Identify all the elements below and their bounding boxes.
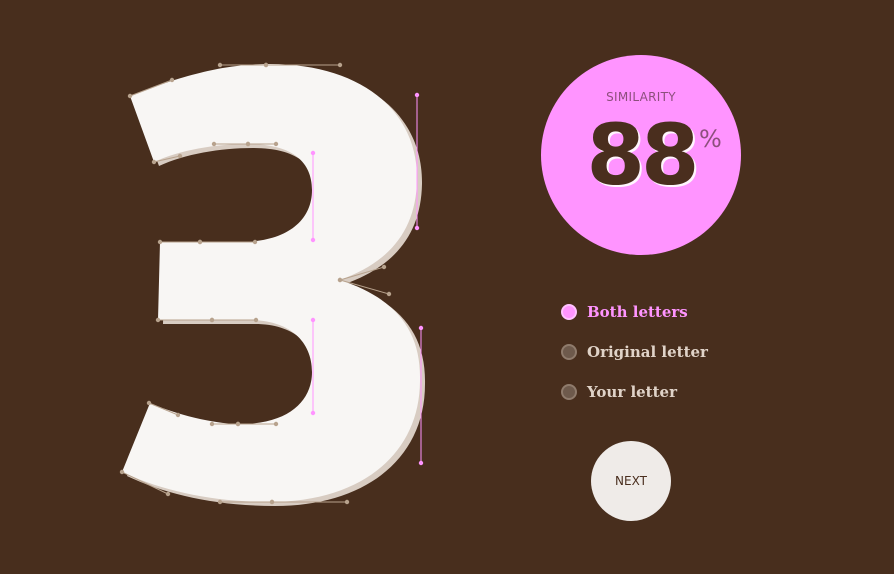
legend-item-your-letter[interactable]: Your letter	[561, 382, 708, 402]
percent-sign: %	[699, 125, 722, 153]
bezier-point[interactable]	[310, 150, 316, 156]
bezier-point[interactable]	[165, 491, 171, 497]
bezier-point[interactable]	[245, 141, 251, 147]
bezier-point[interactable]	[337, 277, 343, 283]
legend-label: Your letter	[587, 383, 677, 401]
glyph-canvas[interactable]	[0, 0, 894, 574]
bezier-point[interactable]	[418, 460, 424, 466]
legend-item-original-letter[interactable]: Original letter	[561, 342, 708, 362]
legend-label: Both letters	[587, 303, 688, 321]
bezier-point[interactable]	[273, 421, 279, 427]
similarity-score-circle: SIMILARITY 88 %	[541, 55, 741, 255]
bezier-point[interactable]	[157, 239, 163, 245]
next-button[interactable]: NEXT	[591, 441, 671, 521]
bezier-point[interactable]	[414, 92, 420, 98]
bezier-point[interactable]	[217, 499, 223, 505]
bezier-point[interactable]	[155, 317, 161, 323]
bezier-point[interactable]	[252, 239, 258, 245]
bezier-point[interactable]	[310, 410, 316, 416]
bezier-point[interactable]	[151, 159, 157, 165]
bezier-point[interactable]	[146, 400, 152, 406]
legend-item-both-letters[interactable]: Both letters	[561, 302, 708, 322]
bezier-point[interactable]	[175, 412, 181, 418]
bezier-point[interactable]	[119, 469, 125, 475]
bezier-point[interactable]	[310, 317, 316, 323]
bezier-point[interactable]	[217, 62, 223, 68]
bezier-point[interactable]	[337, 62, 343, 68]
bezier-point[interactable]	[414, 225, 420, 231]
bezier-point[interactable]	[310, 237, 316, 243]
radio-dot-icon[interactable]	[561, 304, 577, 320]
bezier-point[interactable]	[197, 239, 203, 245]
bezier-point[interactable]	[177, 153, 183, 159]
similarity-label: SIMILARITY	[606, 90, 676, 104]
layer-legend: Both letters Original letter Your letter	[561, 302, 708, 422]
bezier-point[interactable]	[263, 62, 269, 68]
bezier-point[interactable]	[211, 141, 217, 147]
bezier-point[interactable]	[273, 141, 279, 147]
bezier-point[interactable]	[386, 291, 392, 297]
bezier-point[interactable]	[269, 499, 275, 505]
bezier-point[interactable]	[209, 421, 215, 427]
bezier-point[interactable]	[169, 77, 175, 83]
legend-label: Original letter	[587, 343, 708, 361]
bezier-point[interactable]	[127, 93, 133, 99]
bezier-point[interactable]	[253, 317, 259, 323]
original-letter-shape	[122, 64, 421, 502]
radio-dot-icon[interactable]	[561, 344, 577, 360]
radio-dot-icon[interactable]	[561, 384, 577, 400]
bezier-point[interactable]	[235, 421, 241, 427]
bezier-point[interactable]	[381, 264, 387, 270]
bezier-point[interactable]	[418, 325, 424, 331]
bezier-point[interactable]	[344, 499, 350, 505]
bezier-point[interactable]	[209, 317, 215, 323]
